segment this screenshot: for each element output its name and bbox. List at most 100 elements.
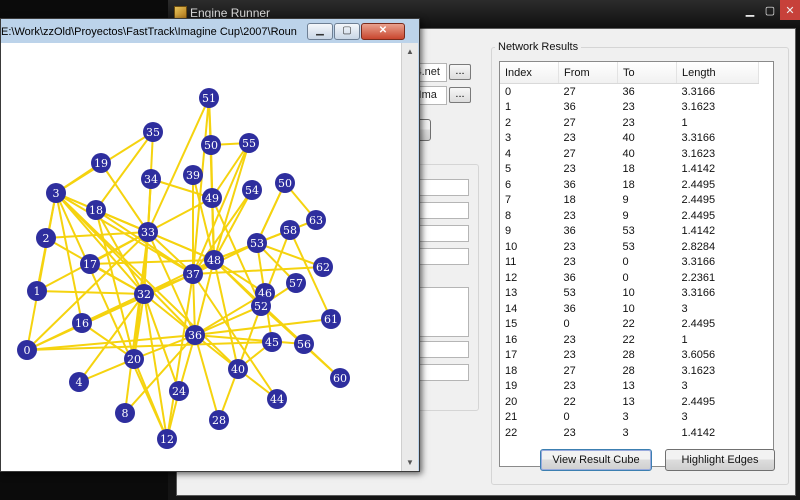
graph-node: 4 [69,372,89,392]
table-cell: 13 [622,395,635,408]
table-row[interactable]: 18 27 28 3.1623 [500,363,759,379]
table-cell: 3.3166 [681,132,716,145]
graph-node-label: 45 [265,336,279,349]
graph-node: 12 [157,429,177,449]
graph-node: 19 [91,153,111,173]
graph-close-button[interactable]: ✕ [361,23,405,40]
table-row[interactable]: 0 27 36 3.3166 [500,84,759,100]
param-field-5[interactable] [417,341,469,358]
table-cell: 53 [622,225,635,238]
minimize-button[interactable]: ▁ [740,0,760,20]
table-cell: 21 [505,411,518,424]
column-header-length[interactable]: Length [676,62,759,84]
highlight-edges-button[interactable]: Highlight Edges [665,449,775,471]
table-row[interactable]: 11 23 0 3.3166 [500,255,759,271]
param-field-4[interactable] [417,248,469,265]
graph-node: 2 [36,228,56,248]
graph-edge [147,97,210,233]
table-cell: 3.6056 [681,349,716,362]
network-results-title: Network Results [495,41,582,53]
table-cell: 5 [505,163,512,176]
graph-minimize-button[interactable]: ▁ [307,23,333,40]
param-field-1[interactable] [417,179,469,196]
table-row[interactable]: 13 53 10 3.3166 [500,286,759,302]
browse-network-button[interactable]: ... [449,64,471,80]
table-row[interactable]: 2 27 23 1 [500,115,759,131]
table-row[interactable]: 12 36 0 2.2361 [500,270,759,286]
table-row[interactable]: 6 36 18 2.4495 [500,177,759,193]
table-cell: 18 [563,194,576,207]
table-row[interactable]: 22 23 3 1.4142 [500,425,759,441]
table-cell: 7 [505,194,512,207]
table-cell: 22 [622,318,635,331]
graph-node: 61 [321,309,341,329]
table-row[interactable]: 10 23 53 2.8284 [500,239,759,255]
table-cell: 1.4142 [681,163,716,176]
table-cell: 36 [563,101,576,114]
table-row[interactable]: 17 23 28 3.6056 [500,348,759,364]
param-field-2[interactable] [417,202,469,219]
graph-node-label: 56 [297,338,311,351]
maximize-button[interactable]: ▢ [760,0,780,20]
column-header-to[interactable]: To [617,62,677,84]
table-cell: 23 [622,116,635,129]
graph-node-label: 20 [127,353,141,366]
table-row[interactable]: 8 23 9 2.4495 [500,208,759,224]
close-button[interactable]: ✕ [780,0,800,20]
results-header-row: Index From To Length [500,62,759,84]
table-cell: 23 [563,256,576,269]
graph-node-label: 32 [137,288,151,301]
table-cell: 23 [622,101,635,114]
table-cell: 12 [505,271,518,284]
table-cell: 2.4495 [681,194,716,207]
table-cell: 22 [563,395,576,408]
scroll-down-icon[interactable]: ▼ [402,454,418,471]
network-results-table[interactable]: Index From To Length 0 27 36 3.3166 1 36 23 3.1623… [499,61,774,467]
table-cell: 36 [622,85,635,98]
table-cell: 40 [622,147,635,160]
table-row[interactable]: 14 36 10 3 [500,301,759,317]
graph-node: 56 [294,334,314,354]
graph-canvas[interactable]: 51 35 50 55 19 34 39 54 50 3 18 49 63 2 33 58 53 17 48 62 1 3… [1,43,401,471]
table-row[interactable]: 16 23 22 1 [500,332,759,348]
column-header-from[interactable]: From [558,62,618,84]
table-cell: 1.4142 [681,225,716,238]
param-field-3[interactable] [417,225,469,242]
table-row[interactable]: 21 0 3 3 [500,410,759,426]
network-graph: 513550 551934 39545031849632 33 585317 486213… [17,88,350,449]
graph-node: 36 [185,325,205,345]
graph-node: 33 [138,222,158,242]
table-row[interactable]: 9 36 53 1.4142 [500,224,759,240]
table-cell: 0 [622,271,629,284]
table-row[interactable]: 20 22 13 2.4495 [500,394,759,410]
scroll-up-icon[interactable]: ▲ [402,43,418,60]
table-cell: 9 [622,194,629,207]
vertical-scrollbar[interactable]: ▲ ▼ [401,43,418,471]
table-row[interactable]: 4 27 40 3.1623 [500,146,759,162]
column-header-index[interactable]: Index [500,62,559,84]
table-cell: 4 [505,147,512,160]
table-row[interactable]: 3 23 40 3.3166 [500,131,759,147]
browse-image-button[interactable]: ... [449,87,471,103]
table-row[interactable]: 7 18 9 2.4495 [500,193,759,209]
table-cell: 2 [505,116,512,129]
graph-edge [143,293,168,440]
graph-maximize-button[interactable]: ▢ [334,23,360,40]
table-cell: 40 [622,132,635,145]
graph-node: 32 [134,284,154,304]
table-cell: 3 [681,411,688,424]
table-cell: 23 [563,132,576,145]
view-result-cube-button[interactable]: View Result Cube [540,449,652,471]
table-cell: 3 [505,132,512,145]
table-row[interactable]: 19 23 13 3 [500,379,759,395]
param-field-6[interactable] [417,364,469,381]
graph-node: 45 [262,332,282,352]
table-cell: 1.4142 [681,426,716,439]
table-row[interactable]: 15 0 22 2.4495 [500,317,759,333]
param-multiline[interactable] [417,287,469,337]
table-row[interactable]: 1 36 23 3.1623 [500,100,759,116]
table-row[interactable]: 5 23 18 1.4142 [500,162,759,178]
graph-node-label: 18 [89,204,103,217]
table-cell: 1 [505,101,512,114]
graph-node-label: 12 [160,433,174,446]
